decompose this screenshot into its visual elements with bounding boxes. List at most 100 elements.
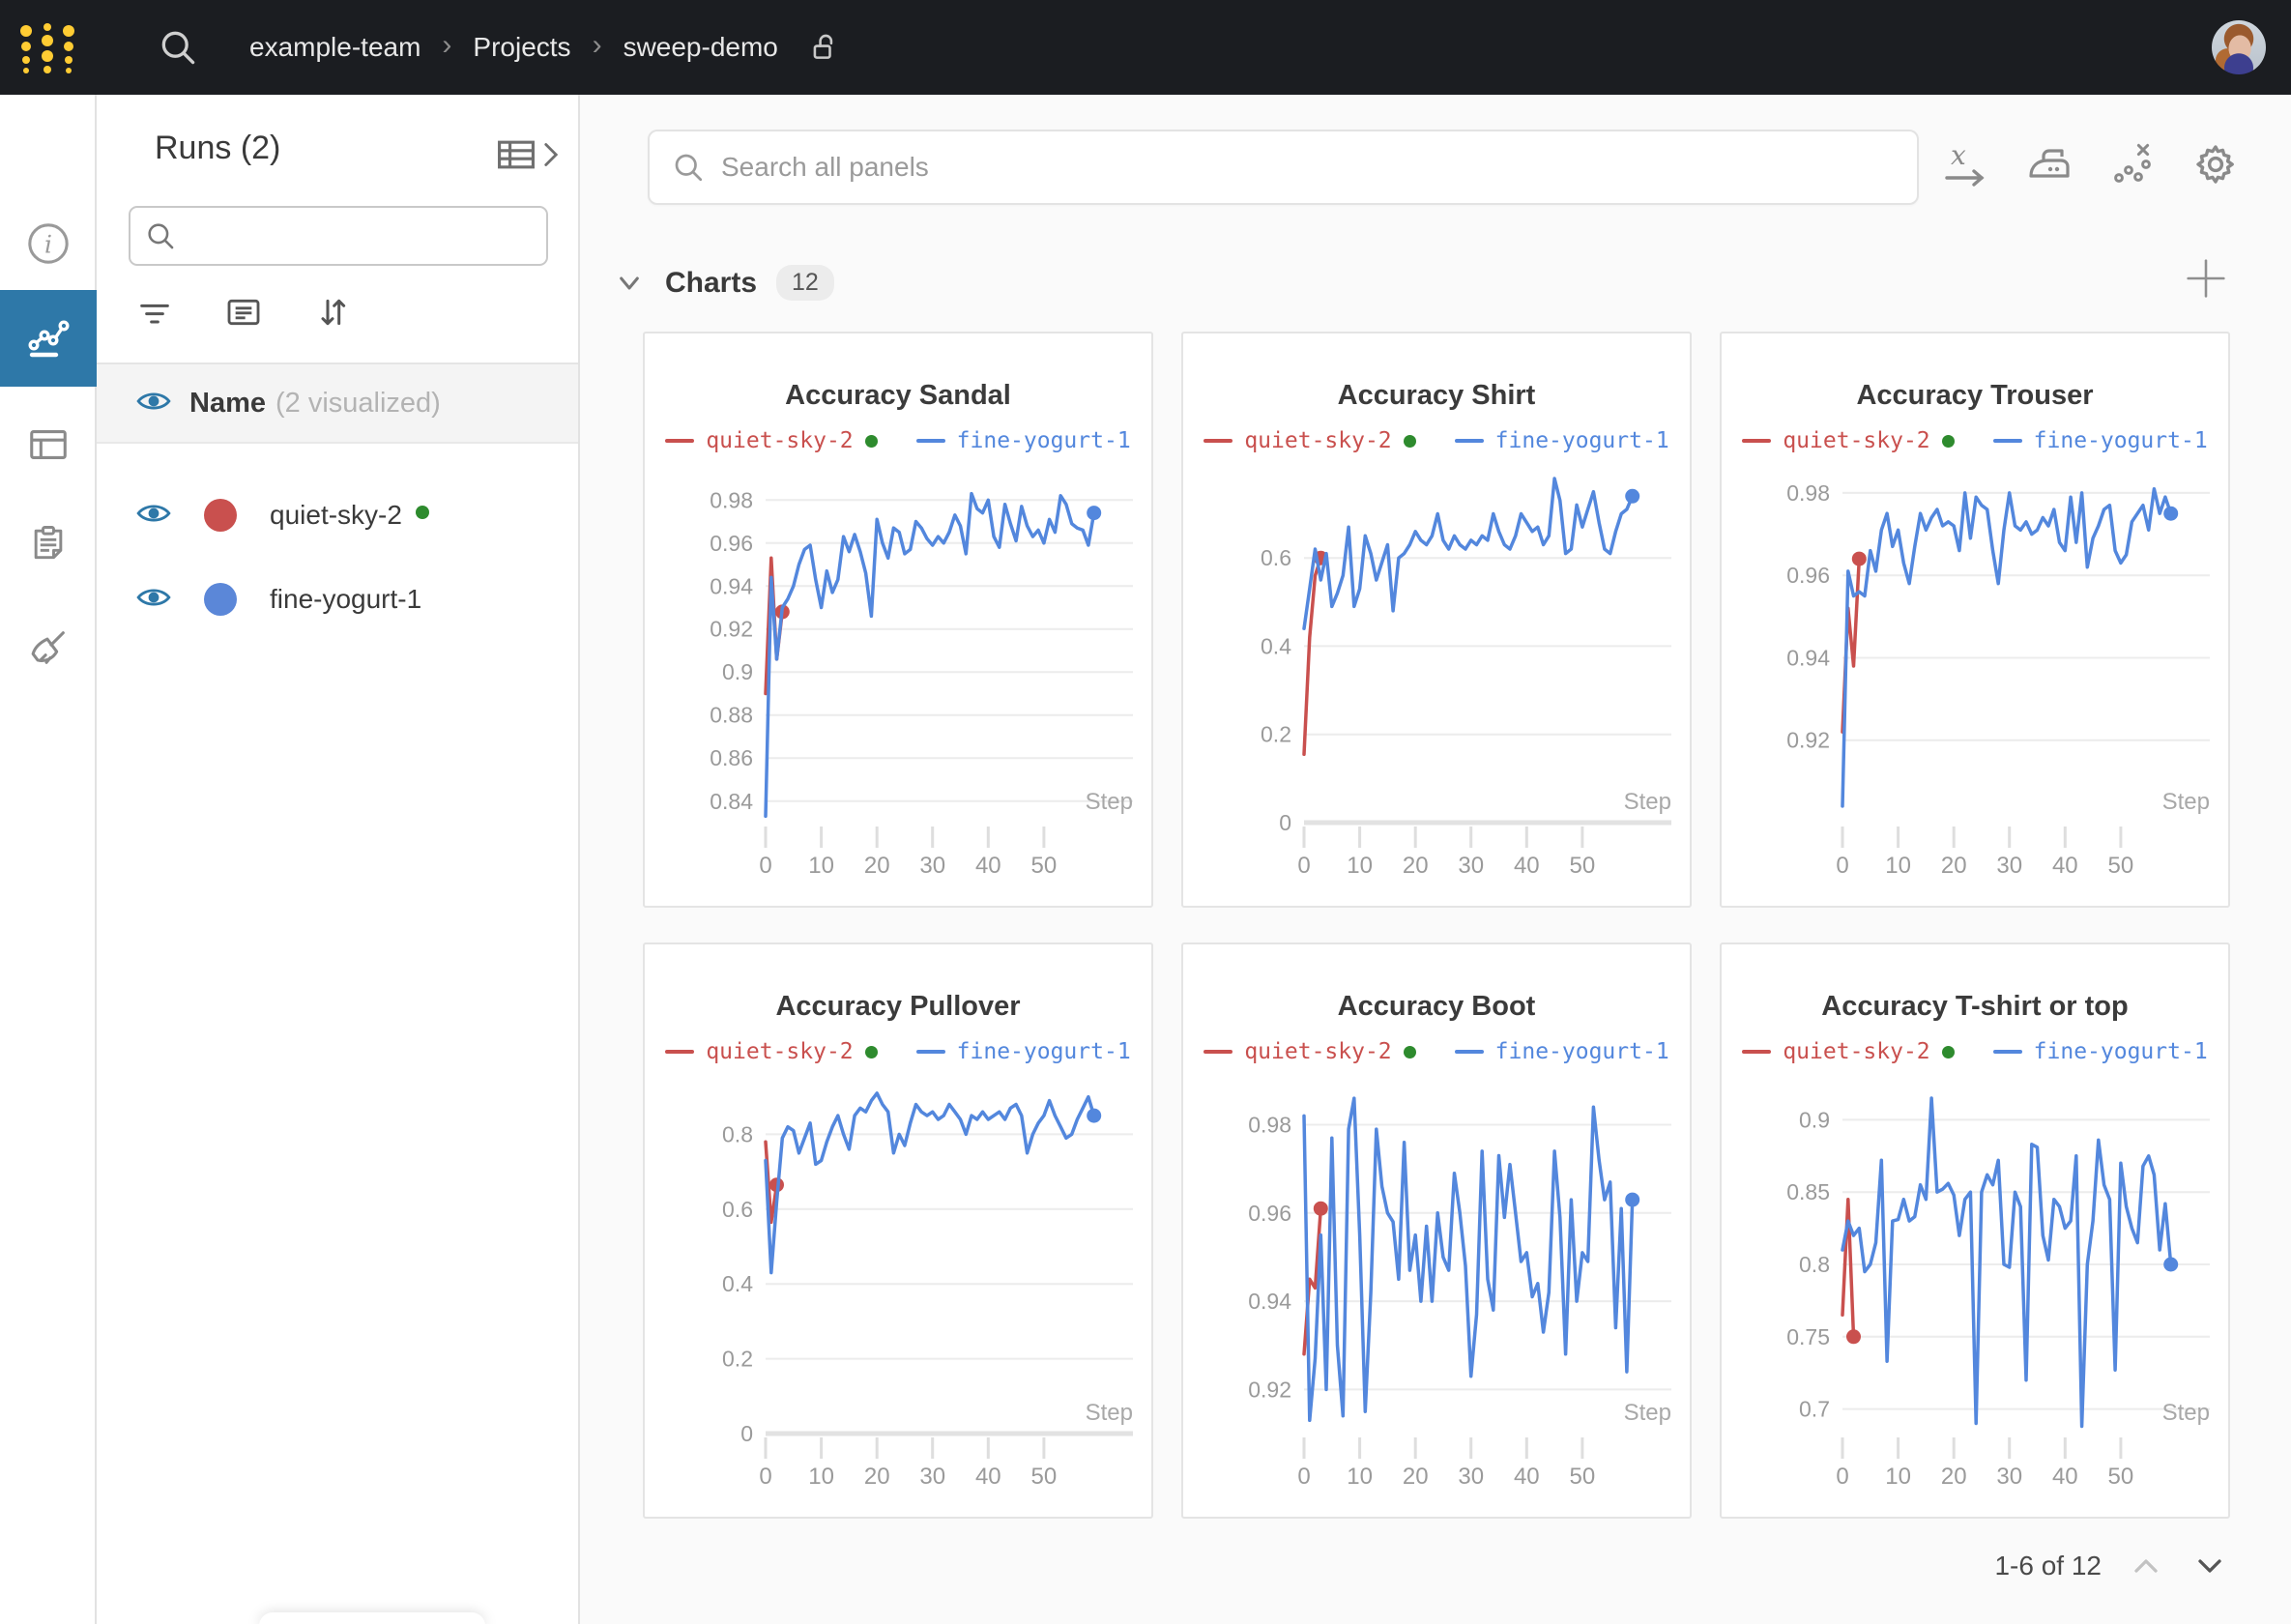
legend-item[interactable]: quiet-sky-2 [1742, 428, 1954, 453]
legend-item[interactable]: fine-yogurt-1 [1993, 428, 2208, 453]
breadcrumb-project-name[interactable]: sweep-demo [624, 32, 778, 63]
header-search-icon[interactable] [157, 26, 199, 69]
chart-panel[interactable]: 0.840.860.880.90.920.940.960.98010203040… [643, 332, 1153, 908]
partial-popup [259, 1612, 485, 1624]
chart-panel[interactable]: 00.20.40.60.801020304050StepAccuracy Pul… [643, 942, 1153, 1519]
legend-item[interactable]: fine-yogurt-1 [1455, 428, 1669, 453]
svg-text:40: 40 [1514, 853, 1540, 879]
svg-text:0.98: 0.98 [1248, 1113, 1291, 1138]
overview-info-icon[interactable]: i [0, 195, 97, 292]
svg-text:0: 0 [1836, 1464, 1848, 1490]
outliers-icon[interactable] [2107, 139, 2158, 189]
live-status-dot [865, 1046, 878, 1058]
chart-panel[interactable]: 0.920.940.960.9801020304050StepAccuracy … [1181, 942, 1692, 1519]
page-down-icon[interactable] [2190, 1547, 2229, 1585]
legend-item[interactable]: fine-yogurt-1 [1993, 1039, 2208, 1064]
sweeps-broom-icon[interactable] [0, 599, 97, 696]
sort-icon[interactable] [313, 293, 352, 332]
svg-text:Step: Step [1086, 1400, 1133, 1426]
charts-section-title[interactable]: Charts [665, 267, 757, 300]
breadcrumb-chevron-icon: › [593, 29, 602, 62]
legend-line-swatch [665, 1050, 694, 1054]
legend-run-name: quiet-sky-2 [1783, 1039, 1929, 1064]
svg-text:0.98: 0.98 [710, 487, 753, 512]
live-status-dot [416, 506, 429, 519]
legend-item[interactable]: quiet-sky-2 [1204, 1039, 1415, 1064]
svg-text:0.96: 0.96 [710, 531, 753, 556]
eye-icon[interactable] [135, 383, 172, 424]
legend-item[interactable]: quiet-sky-2 [665, 1039, 877, 1064]
svg-text:Step: Step [2162, 1400, 2210, 1426]
wandb-logo[interactable] [0, 19, 97, 75]
svg-text:0.75: 0.75 [1786, 1324, 1830, 1349]
chart-panel[interactable]: 0.920.940.960.9801020304050StepAccuracy … [1720, 332, 2230, 908]
legend-item[interactable]: quiet-sky-2 [665, 428, 877, 453]
chart-panel[interactable]: 00.20.40.601020304050StepAccuracy Shirtq… [1181, 332, 1692, 908]
reports-clipboard-icon[interactable] [0, 495, 97, 592]
svg-text:0.94: 0.94 [710, 573, 753, 598]
svg-text:10: 10 [1885, 853, 1911, 879]
charts-grid: 0.840.860.880.90.920.940.960.98010203040… [643, 332, 2230, 1519]
smoothing-iron-icon[interactable] [2024, 139, 2074, 189]
svg-text:10: 10 [1347, 1464, 1373, 1490]
svg-text:50: 50 [1031, 853, 1058, 879]
svg-text:10: 10 [1347, 853, 1373, 879]
breadcrumb-projects[interactable]: Projects [473, 32, 570, 63]
charts-count-badge: 12 [776, 265, 834, 301]
runs-search-input[interactable] [187, 221, 535, 251]
svg-text:30: 30 [1996, 853, 2022, 879]
legend-item[interactable]: fine-yogurt-1 [1455, 1039, 1669, 1064]
chart-panel[interactable]: 0.70.750.80.850.901020304050StepAccuracy… [1720, 942, 2230, 1519]
x-axis-icon[interactable]: x [1941, 139, 1991, 189]
top-header: example-team › Projects › sweep-demo [0, 0, 2291, 95]
svg-text:Step: Step [1624, 789, 1671, 815]
svg-text:20: 20 [1941, 1464, 1967, 1490]
runs-sidebar: Runs (2) [97, 95, 580, 1624]
expand-runs-table-button[interactable] [495, 133, 561, 176]
svg-text:30: 30 [919, 1464, 945, 1490]
legend-item[interactable]: quiet-sky-2 [1204, 428, 1415, 453]
legend-run-name: fine-yogurt-1 [1495, 1039, 1669, 1064]
svg-text:0: 0 [1297, 1464, 1310, 1490]
svg-text:0.94: 0.94 [1248, 1289, 1291, 1314]
eye-icon[interactable] [135, 495, 172, 536]
svg-text:50: 50 [1570, 1464, 1596, 1490]
svg-text:x: x [1951, 139, 1966, 171]
legend-run-name: quiet-sky-2 [706, 1039, 853, 1064]
svg-text:0: 0 [740, 1421, 753, 1446]
chart-title: Accuracy Boot [1183, 991, 1690, 1023]
user-avatar[interactable] [2212, 20, 2266, 74]
run-color-dot [204, 499, 237, 532]
chart-legend: quiet-sky-2 fine-yogurt-1 [1183, 428, 1690, 453]
run-row-quiet-sky-2[interactable]: quiet-sky-2 [97, 474, 578, 557]
settings-gear-icon[interactable] [2190, 139, 2241, 189]
workspace-chart-icon[interactable] [0, 290, 97, 387]
run-row-fine-yogurt-1[interactable]: fine-yogurt-1 [97, 558, 578, 641]
legend-run-name: fine-yogurt-1 [957, 1039, 1131, 1064]
legend-line-swatch [916, 1050, 945, 1054]
legend-item[interactable]: quiet-sky-2 [1742, 1039, 1954, 1064]
chart-title: Accuracy Pullover [645, 991, 1151, 1023]
filter-icon[interactable] [135, 293, 174, 332]
breadcrumb-team[interactable]: example-team [249, 32, 420, 63]
svg-text:30: 30 [1458, 1464, 1484, 1490]
run-color-dot [204, 583, 237, 616]
runs-name-header-row[interactable]: Name (2 visualized) [97, 364, 578, 444]
panel-search-input[interactable] [721, 152, 1833, 183]
run-name: quiet-sky-2 [270, 500, 402, 531]
charts-collapse-chevron-icon[interactable] [615, 269, 644, 298]
eye-icon[interactable] [135, 579, 172, 621]
legend-item[interactable]: fine-yogurt-1 [916, 1039, 1131, 1064]
page-up-icon[interactable] [2127, 1547, 2165, 1585]
svg-text:0.96: 0.96 [1786, 563, 1830, 588]
legend-line-swatch [1742, 439, 1771, 443]
svg-text:40: 40 [975, 1464, 1001, 1490]
svg-text:30: 30 [919, 853, 945, 879]
runs-table-icon[interactable] [0, 396, 97, 493]
svg-text:0.2: 0.2 [1261, 722, 1291, 747]
add-panel-icon[interactable] [2185, 257, 2227, 304]
group-list-icon[interactable] [224, 293, 263, 332]
legend-run-name: quiet-sky-2 [1783, 428, 1929, 453]
svg-text:0.2: 0.2 [722, 1347, 753, 1372]
legend-item[interactable]: fine-yogurt-1 [916, 428, 1131, 453]
